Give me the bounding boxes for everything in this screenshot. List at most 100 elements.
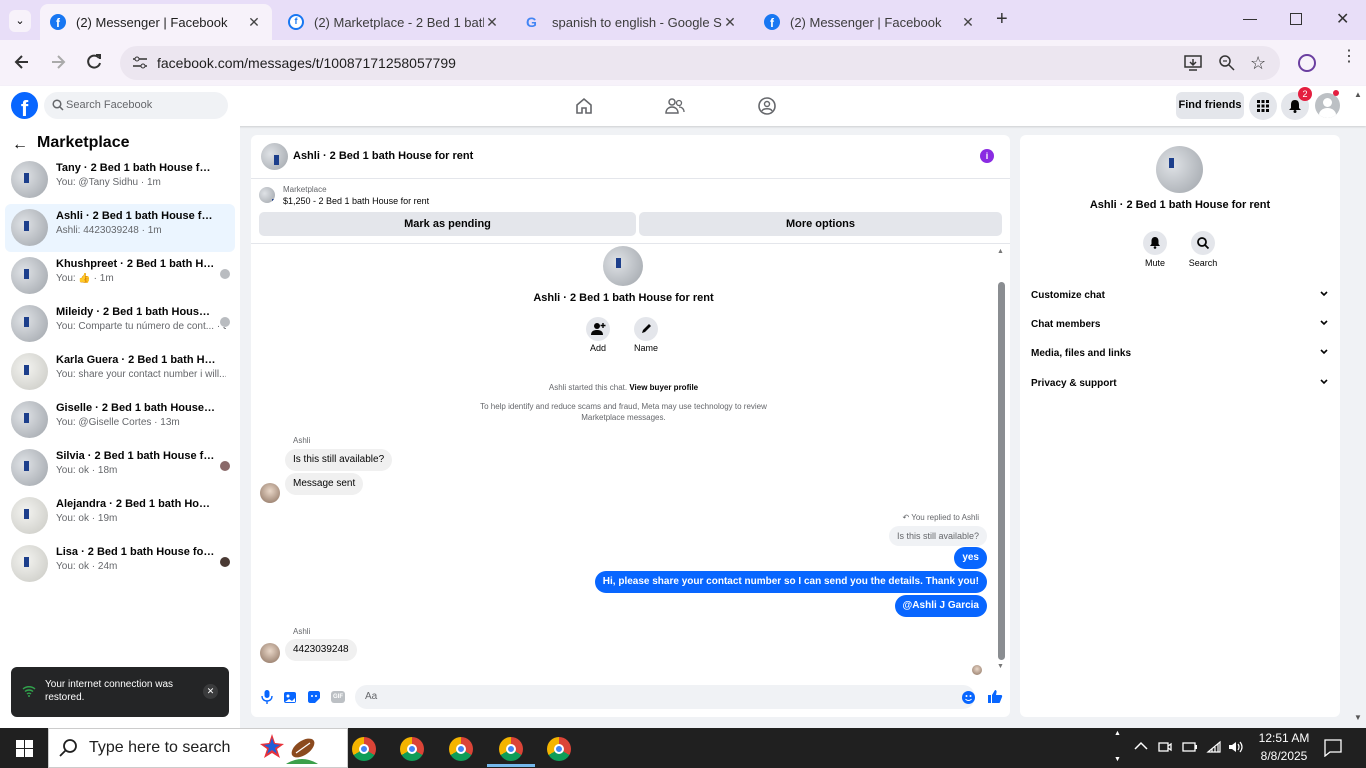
groups-icon[interactable]	[757, 96, 777, 116]
tab-search-dropdown-icon[interactable]: ⌄	[9, 10, 31, 32]
find-friends-button[interactable]: Find friends	[1176, 92, 1244, 119]
close-toast-icon[interactable]: ✕	[203, 684, 218, 699]
reload-icon[interactable]	[84, 52, 104, 72]
wifi-icon[interactable]	[1206, 740, 1222, 754]
chrome-app-icon[interactable]	[449, 737, 473, 761]
tab-messenger-active[interactable]: f (2) Messenger | Facebook ✕	[40, 4, 272, 40]
listing-price[interactable]: $1,250 - 2 Bed 1 bath House for rent	[283, 196, 429, 206]
volume-icon[interactable]	[1228, 740, 1244, 754]
thumbs-up-icon[interactable]	[988, 689, 1003, 704]
clock-time[interactable]: 12:51 AM	[1252, 731, 1316, 745]
conversation-preview: You: share your contact number i will...…	[56, 369, 226, 380]
incoming-message[interactable]: Is this still available?	[285, 449, 393, 471]
mute-button[interactable]	[1143, 231, 1167, 255]
conversation-preview: You: 👍 · 1m	[56, 273, 114, 284]
emoji-icon[interactable]	[962, 691, 975, 704]
back-arrow-icon[interactable]: ←	[12, 136, 28, 154]
chrome-app-icon-active[interactable]	[499, 737, 523, 761]
close-tab-icon[interactable]: ✕	[722, 14, 738, 31]
chrome-app-icon[interactable]	[547, 737, 571, 761]
incoming-message[interactable]: 4423039248	[285, 639, 357, 661]
windows-start-icon[interactable]	[16, 740, 33, 757]
edit-name-button[interactable]	[634, 317, 658, 341]
scrollbar-thumb[interactable]	[998, 282, 1005, 660]
menu-grid-icon[interactable]	[1249, 92, 1277, 120]
zoom-icon[interactable]	[1218, 54, 1236, 72]
conversation-title: Alejandra · 2 Bed 1 bath House for ...	[56, 498, 216, 510]
more-options-button[interactable]: More options	[639, 212, 1002, 236]
battery-icon[interactable]	[1182, 742, 1198, 752]
taskbar-scroll-up[interactable]: ▲	[1114, 730, 1121, 737]
sticker-icon[interactable]	[307, 690, 321, 704]
close-tab-icon[interactable]: ✕	[484, 14, 500, 31]
conversation-item-selected[interactable]: Ashli · 2 Bed 1 bath House for rent Ashl…	[5, 204, 235, 252]
back-arrow-icon[interactable]	[12, 52, 32, 72]
outgoing-message[interactable]: @Ashli J Garcia	[894, 595, 987, 617]
contact-avatar	[260, 483, 280, 503]
browser-menu-icon[interactable]: ⋮	[1341, 49, 1357, 65]
tab-messenger-2[interactable]: f (2) Messenger | Facebook ✕	[754, 4, 986, 40]
listing-thumbnail	[11, 449, 48, 486]
close-tab-icon[interactable]: ✕	[246, 14, 262, 31]
mark-as-pending-button[interactable]: Mark as pending	[259, 212, 636, 236]
friends-icon[interactable]	[665, 97, 685, 115]
message-input[interactable]: Aa	[355, 685, 975, 709]
photo-icon[interactable]	[283, 690, 297, 704]
minimize-icon[interactable]	[1243, 19, 1257, 20]
quoted-message[interactable]: Is this still available?	[888, 526, 987, 546]
chrome-app-icon[interactable]	[400, 737, 424, 761]
conversation-item[interactable]: Mileidy · 2 Bed 1 bath House for... You:…	[5, 300, 235, 348]
facebook-logo-icon[interactable]: f	[11, 92, 38, 119]
chrome-app-icon[interactable]	[352, 737, 376, 761]
taskbar-scroll-down[interactable]: ▼	[1114, 756, 1121, 763]
address-bar[interactable]: facebook.com/messages/t/1008717125805779…	[120, 46, 1280, 80]
search-highlight-icon[interactable]	[258, 732, 318, 764]
tab-marketplace[interactable]: f (2) Marketplace - 2 Bed 1 bath H ✕	[278, 4, 510, 40]
tab-title: (2) Messenger | Facebook	[76, 14, 228, 30]
page-scroll-down-arrow[interactable]: ▼	[1354, 713, 1362, 722]
meet-now-icon[interactable]	[1158, 740, 1172, 754]
view-buyer-profile-link[interactable]: View buyer profile	[629, 383, 698, 392]
chat-members-section[interactable]: Chat members	[1031, 319, 1329, 330]
conversation-item[interactable]: Alejandra · 2 Bed 1 bath House for ... Y…	[5, 492, 235, 540]
bookmark-star-icon[interactable]: ☆	[1250, 53, 1266, 74]
home-icon[interactable]	[575, 97, 593, 115]
outgoing-message[interactable]: Hi, please share your contact number so …	[594, 571, 987, 593]
conversation-item[interactable]: Khushpreet · 2 Bed 1 bath Hous... You: 👍…	[5, 252, 235, 300]
chat-avatar[interactable]	[261, 143, 288, 170]
show-hidden-icons-chevron-icon[interactable]	[1134, 741, 1148, 751]
install-app-icon[interactable]	[1184, 54, 1202, 72]
page-scroll-up-arrow[interactable]: ▲	[1354, 90, 1362, 99]
incoming-message[interactable]: Message sent	[285, 473, 364, 495]
add-person-button[interactable]	[586, 317, 610, 341]
media-files-links-section[interactable]: Media, files and links	[1031, 348, 1329, 359]
site-info-icon[interactable]	[132, 56, 148, 70]
restore-icon[interactable]	[1290, 13, 1302, 25]
account-avatar[interactable]	[1315, 93, 1340, 118]
search-in-chat-button[interactable]	[1191, 231, 1215, 255]
gif-icon[interactable]: GIF	[331, 691, 345, 703]
chat-title[interactable]: Ashli · 2 Bed 1 bath House for rent	[293, 150, 473, 162]
forward-arrow-icon[interactable]	[48, 52, 68, 72]
conversation-item[interactable]: Giselle · 2 Bed 1 bath House for rent Yo…	[5, 396, 235, 444]
privacy-support-section[interactable]: Privacy & support	[1031, 378, 1329, 389]
outgoing-message[interactable]: yes	[954, 547, 987, 569]
clock-date[interactable]: 8/8/2025	[1252, 749, 1316, 763]
facebook-search-input[interactable]: Search Facebook	[44, 92, 228, 119]
conversation-item[interactable]: Lisa · 2 Bed 1 bath House for rent You: …	[5, 540, 235, 588]
customize-chat-section[interactable]: Customize chat	[1031, 290, 1329, 301]
info-icon[interactable]: i	[980, 149, 994, 163]
scroll-down-arrow[interactable]: ▼	[997, 663, 1004, 670]
tab-google-search[interactable]: G spanish to english - Google Sea ✕	[516, 4, 748, 40]
profile-icon[interactable]	[1298, 54, 1316, 72]
conversation-item[interactable]: Silvia · 2 Bed 1 bath House for re... Yo…	[5, 444, 235, 492]
listing-thumbnail	[11, 305, 48, 342]
new-tab-button[interactable]: +	[996, 8, 1008, 31]
close-window-icon[interactable]: ✕	[1336, 9, 1349, 29]
notification-center-icon[interactable]	[1324, 739, 1342, 757]
conversation-item[interactable]: Tany · 2 Bed 1 bath House for rent You: …	[5, 156, 235, 204]
conversation-item[interactable]: Karla Guera · 2 Bed 1 bath House f... Yo…	[5, 348, 235, 396]
scroll-up-arrow[interactable]: ▲	[997, 248, 1004, 255]
close-tab-icon[interactable]: ✕	[960, 14, 976, 31]
microphone-icon[interactable]	[261, 690, 273, 704]
